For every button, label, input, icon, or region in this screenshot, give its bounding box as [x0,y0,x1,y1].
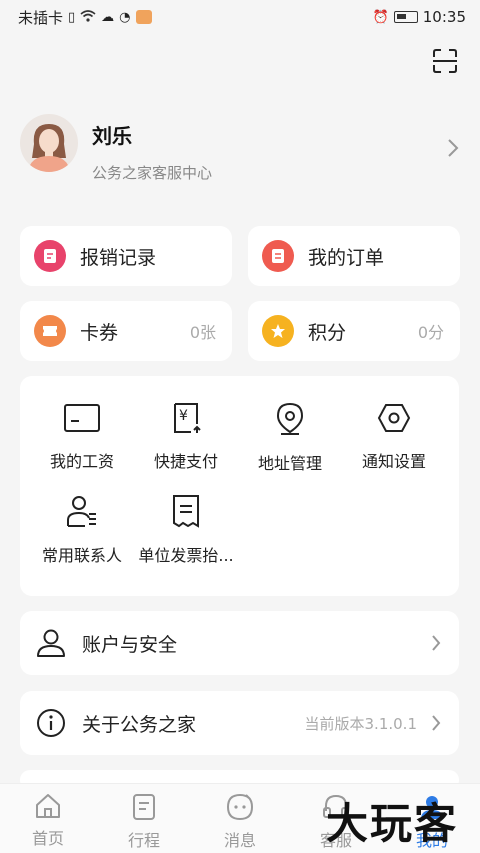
grid-item-invoice[interactable]: 单位发票抬... [134,494,238,584]
grid-item-address[interactable]: 地址管理 [238,402,342,492]
grid-item-notifications[interactable]: 通知设置 [342,402,446,492]
message-icon [226,793,254,821]
user-icon [37,629,65,657]
grid-item-quick-pay[interactable]: ¥ 快捷支付 [134,402,238,492]
avatar[interactable] [20,114,78,172]
expense-icon [34,240,66,272]
timer-icon: ◔ [119,9,131,25]
yen-receipt-icon: ¥ [174,403,201,433]
grid-label: 地址管理 [257,454,322,473]
points-label: 积分 [308,321,347,344]
points-card[interactable]: 积分 0分 [248,301,460,361]
tab-label: 消息 [223,831,256,850]
grid-label: 快捷支付 [153,452,218,471]
scan-icon [433,49,457,73]
grid-item-salary[interactable]: 我的工资 [30,402,134,492]
grid-label: 我的工资 [49,452,114,471]
coupons-label: 卡券 [80,321,119,344]
battery-icon [393,11,418,23]
my-orders-card[interactable]: 我的订单 [248,226,460,286]
star-icon [262,315,294,347]
chevron-right-icon [432,715,441,731]
profile-section[interactable]: 刘乐 公务之家客服中心 [20,110,465,190]
grid-label: 通知设置 [361,452,426,471]
tab-home[interactable]: 首页 [0,784,96,853]
about-row[interactable]: 关于公务之家 当前版本3.1.0.1 [20,691,459,755]
account-security-label: 账户与安全 [82,633,178,656]
coupon-icon [34,315,66,347]
tab-itinerary[interactable]: 行程 [96,784,192,853]
status-right: ⏰ 10:35 [373,8,466,26]
orders-icon [262,240,294,272]
about-label: 关于公务之家 [82,713,197,736]
status-left: 未插卡 ▯ ☁ ◔ [18,7,152,28]
hexagon-settings-icon [377,404,411,432]
coupons-card[interactable]: 卡券 0张 [20,301,232,361]
services-grid: 我的工资 ¥ 快捷支付 地址管理 通知设置 常用联系人 单位发票抬... [20,376,459,596]
user-subtitle: 公务之家客服中心 [92,164,213,182]
info-icon [37,709,65,737]
card-icon [64,404,100,432]
itinerary-icon [133,794,155,820]
carrier-text: 未插卡 [18,8,64,27]
invoice-icon [173,495,199,528]
grid-item-contacts[interactable]: 常用联系人 [30,494,134,584]
location-pin-icon [276,402,304,435]
grid-label: 常用联系人 [41,546,122,565]
orders-label: 我的订单 [308,246,385,269]
chevron-right-icon [432,635,441,651]
version-text: 当前版本3.1.0.1 [304,714,417,733]
clock-text: 10:35 [422,8,466,26]
tab-messages[interactable]: 消息 [192,784,288,853]
grid-label: 单位发票抬... [138,546,234,565]
chat-app-icon [135,10,152,24]
points-count: 0分 [417,323,444,342]
tab-label: 首页 [31,829,64,848]
expense-records-card[interactable]: 报销记录 [20,226,232,286]
watermark: 大玩客 [326,799,459,848]
alarm-icon: ⏰ [372,9,389,25]
svg-text:¥: ¥ [179,408,188,424]
cloud-icon: ☁ [101,9,115,25]
expense-label: 报销记录 [80,246,157,269]
user-name: 刘乐 [92,124,132,148]
tab-label: 行程 [127,831,160,850]
scan-button[interactable] [430,46,460,76]
contacts-icon [67,496,96,527]
status-bar: 未插卡 ▯ ☁ ◔ ⏰ 10:35 [0,0,480,34]
chevron-right-icon [448,139,459,157]
home-icon [36,794,60,818]
sim-alert-icon: ▯ [68,9,76,25]
wifi-icon [80,9,96,25]
coupons-count: 0张 [189,323,216,342]
account-security-row[interactable]: 账户与安全 [20,611,459,675]
